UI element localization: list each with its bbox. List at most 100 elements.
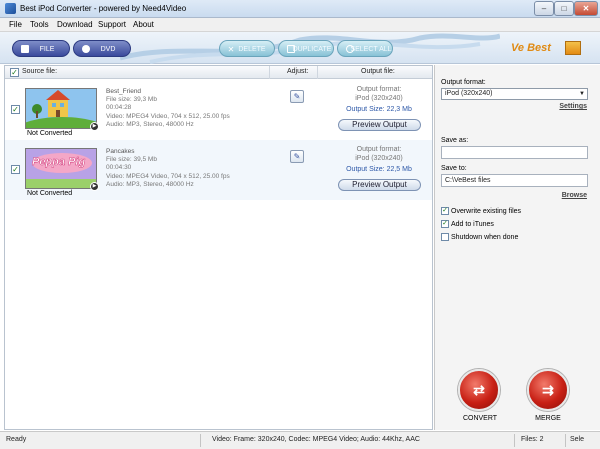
overwrite-label: Overwrite existing files xyxy=(451,208,521,215)
status-bar: Ready Video: Frame: 320x240, Codec: MPEG… xyxy=(0,431,600,449)
status-divider xyxy=(200,434,201,447)
app-icon xyxy=(5,3,16,14)
save-as-input[interactable] xyxy=(441,146,588,159)
itunes-option[interactable]: ✓Add to iTunes xyxy=(441,220,494,228)
settings-panel: Output format: iPod (320x240) ▼ Settings… xyxy=(434,65,600,430)
status-ready: Ready xyxy=(6,436,26,443)
output-format-label: Output format: xyxy=(335,146,423,155)
file-audio-info: Audio: MP3, Stereo, 48000 Hz xyxy=(106,121,230,129)
output-size: Output Size: 22,5 Mb xyxy=(335,166,423,173)
overwrite-checkbox[interactable]: ✓ xyxy=(441,207,449,215)
file-info: Best_Friend File size: 39,3 Mb 00:04:28 … xyxy=(106,88,230,129)
header-divider xyxy=(317,66,318,79)
shutdown-option[interactable]: Shutdown when done xyxy=(441,233,518,241)
merge-button[interactable]: ⇉ xyxy=(527,369,569,411)
add-dvd-button[interactable]: DVD xyxy=(73,40,131,57)
file-list-header: ✓ Source file: Adjust: Output file: xyxy=(5,66,432,79)
file-list-panel: ✓ Source file: Adjust: Output file: ✓ ▶ … xyxy=(4,65,433,430)
thumbnail-scene xyxy=(26,89,97,129)
select-all-checkbox[interactable]: ✓ xyxy=(10,68,19,77)
convert-label: CONVERT xyxy=(455,415,505,422)
menu-tools[interactable]: Tools xyxy=(30,20,49,29)
status-files: Files: 2 xyxy=(521,436,544,443)
dvd-icon xyxy=(82,45,90,53)
brand-logo-text: Ve Best xyxy=(511,42,551,54)
file-icon xyxy=(21,45,29,53)
file-checkbox[interactable]: ✓ xyxy=(11,105,20,114)
output-format-select[interactable]: iPod (320x240) ▼ xyxy=(441,88,588,100)
menu-about[interactable]: About xyxy=(133,20,154,29)
close-button[interactable]: ✕ xyxy=(574,1,598,16)
add-file-button[interactable]: FILE xyxy=(12,40,70,57)
select-all-icon xyxy=(346,45,354,53)
thumbnail-logo-text: Peppa Pig xyxy=(32,156,85,168)
shutdown-checkbox[interactable] xyxy=(441,233,449,241)
convert-arrows-icon: ⇄ xyxy=(473,382,485,398)
file-video-info: Video: MPEG4 Video, 704 x 512, 25.00 fps xyxy=(106,173,230,181)
file-checkbox[interactable]: ✓ xyxy=(11,165,20,174)
window-title: Best iPod Converter - powered by Need4Vi… xyxy=(20,4,186,13)
duplicate-button[interactable]: DUPLICATE xyxy=(278,40,334,57)
menu-file[interactable]: File xyxy=(9,20,22,29)
preview-output-button[interactable]: Preview Output xyxy=(338,119,421,131)
file-name: Pancakes xyxy=(106,148,230,156)
adjust-edit-button[interactable]: ✎ xyxy=(290,90,304,103)
play-icon[interactable]: ▶ xyxy=(90,122,99,131)
minimize-button[interactable]: – xyxy=(534,1,554,16)
file-info: Pancakes File size: 39,5 Mb 00:04:30 Vid… xyxy=(106,148,230,189)
menu-download[interactable]: Download xyxy=(57,20,93,29)
conversion-status: Not Converted xyxy=(27,190,72,197)
add-file-label: FILE xyxy=(28,46,55,53)
output-format-selected: iPod (320x240) xyxy=(445,90,492,97)
file-name: Best_Friend xyxy=(106,88,230,96)
file-audio-info: Audio: MP3, Stereo, 48000 Hz xyxy=(106,181,230,189)
itunes-label: Add to iTunes xyxy=(451,221,494,228)
file-duration: 00:04:30 xyxy=(106,164,230,172)
merge-arrows-icon: ⇉ xyxy=(542,382,554,398)
output-size: Output Size: 22,3 Mb xyxy=(335,106,423,113)
shutdown-label: Shutdown when done xyxy=(451,234,518,241)
add-dvd-label: DVD xyxy=(89,46,116,53)
convert-button[interactable]: ⇄ xyxy=(458,369,500,411)
browse-link[interactable]: Browse xyxy=(562,192,587,199)
file-size: File size: 39,5 Mb xyxy=(106,156,230,164)
menu-bar: File Tools Download Support About xyxy=(0,18,600,32)
file-duration: 00:04:28 xyxy=(106,104,230,112)
header-divider xyxy=(269,66,270,79)
status-selected: Sele xyxy=(570,436,584,443)
merge-label: MERGE xyxy=(523,415,573,422)
header-source: Source file: xyxy=(22,68,57,75)
menu-support[interactable]: Support xyxy=(98,20,126,29)
duplicate-icon xyxy=(287,45,295,53)
settings-link[interactable]: Settings xyxy=(559,103,587,110)
overwrite-option[interactable]: ✓Overwrite existing files xyxy=(441,207,521,215)
video-thumbnail xyxy=(25,88,97,129)
delete-button[interactable]: ✕ DELETE xyxy=(219,40,275,57)
file-row[interactable]: ✓ Peppa Pig ▶ Not Converted Pancakes Fil… xyxy=(5,140,432,200)
output-format-label: Output format: xyxy=(335,86,423,95)
toolbar: FILE DVD ✕ DELETE DUPLICATE SELECT ALL V… xyxy=(0,32,600,64)
conversion-status: Not Converted xyxy=(27,130,72,137)
video-thumbnail: Peppa Pig xyxy=(25,148,97,189)
itunes-checkbox[interactable]: ✓ xyxy=(441,220,449,228)
header-output: Output file: xyxy=(361,68,395,75)
select-all-button[interactable]: SELECT ALL xyxy=(337,40,393,57)
play-icon[interactable]: ▶ xyxy=(90,182,99,191)
status-video-info: Video: Frame: 320x240, Codec: MPEG4 Vide… xyxy=(212,436,420,443)
delete-icon: ✕ xyxy=(227,41,235,49)
brand-box-icon xyxy=(565,41,581,55)
title-bar: Best iPod Converter - powered by Need4Vi… xyxy=(0,0,600,18)
preview-output-button[interactable]: Preview Output xyxy=(338,179,421,191)
file-size: File size: 39,3 Mb xyxy=(106,96,230,104)
thumbnail-scene xyxy=(26,149,97,189)
maximize-button[interactable]: □ xyxy=(554,1,574,16)
output-format-value: iPod (320x240) xyxy=(335,95,423,104)
status-divider xyxy=(514,434,515,447)
output-format-heading: Output format: xyxy=(441,79,486,86)
adjust-edit-button[interactable]: ✎ xyxy=(290,150,304,163)
save-to-input[interactable]: C:\VeBest files xyxy=(441,174,588,187)
output-format-value: iPod (320x240) xyxy=(335,155,423,164)
header-adjust: Adjust: xyxy=(287,68,308,75)
file-row[interactable]: ✓ ▶ Not Converted Best_Friend File size:… xyxy=(5,80,432,140)
chevron-down-icon: ▼ xyxy=(579,89,585,99)
